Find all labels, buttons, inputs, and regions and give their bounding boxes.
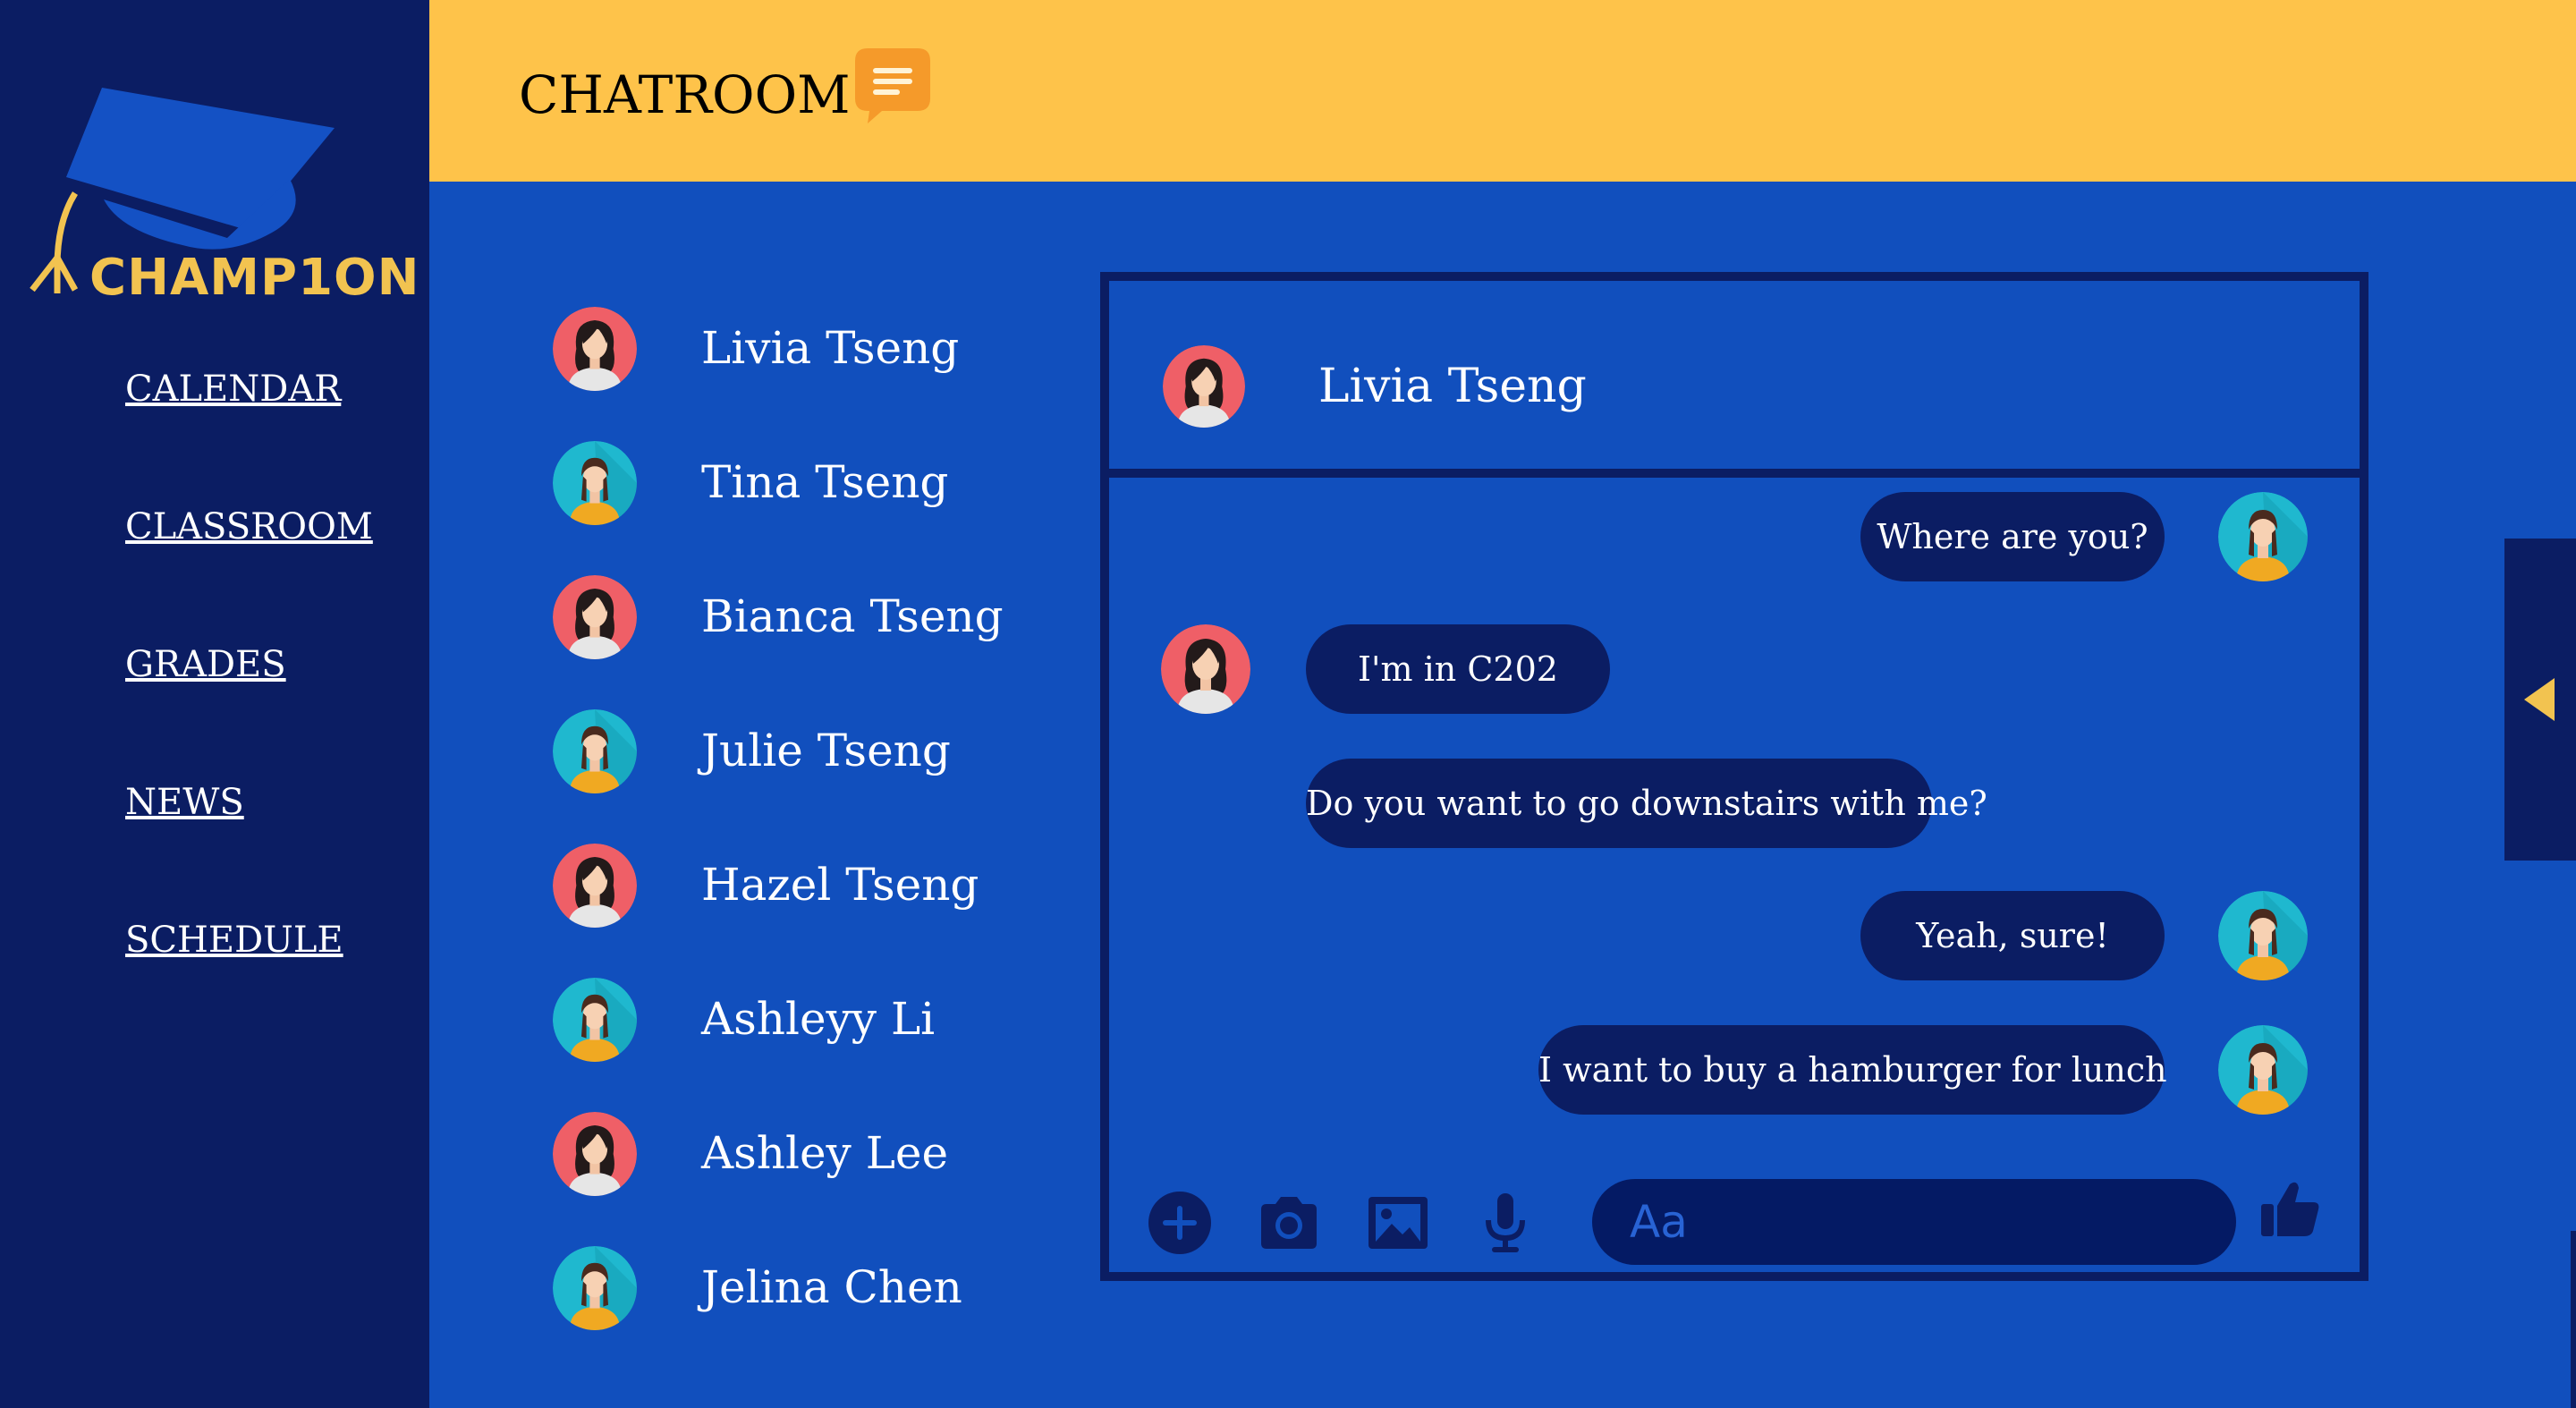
brand-name: CHAMP1ON <box>89 249 420 307</box>
sidebar: CHAMP1ON CALENDAR CLASSROOM GRADES NEWS … <box>0 0 429 1408</box>
image-icon[interactable] <box>1365 1190 1431 1256</box>
contact-name: Ashleyy Li <box>701 993 936 1045</box>
collapse-panel-tab[interactable] <box>2504 539 2576 861</box>
message-bubble-received: Do you want to go downstairs with me? <box>1306 759 1987 848</box>
triangle-left-icon <box>2524 678 2555 721</box>
avatar <box>553 1246 637 1330</box>
nav-link-calendar[interactable]: CALENDAR <box>125 358 373 496</box>
nav-link-classroom[interactable]: CLASSROOM <box>125 496 373 633</box>
microphone-icon[interactable] <box>1472 1190 1538 1256</box>
contact-item[interactable]: Julie Tseng <box>553 707 1089 841</box>
avatar <box>553 1112 637 1196</box>
contact-item[interactable]: Hazel Tseng <box>553 841 1089 975</box>
chat-panel: Livia Tseng Where are you? I'm in C202 D… <box>1100 272 2368 1281</box>
chat-partner-name: Livia Tseng <box>1318 360 1587 413</box>
avatar <box>553 844 637 928</box>
contact-item[interactable]: Ashleyy Li <box>553 975 1089 1109</box>
contact-item[interactable]: Tina Tseng <box>553 438 1089 573</box>
message-bubble-sent: Where are you? <box>1860 492 2165 581</box>
camera-icon[interactable] <box>1256 1190 1322 1256</box>
avatar <box>1161 624 1250 714</box>
chat-header: Livia Tseng <box>1109 281 2360 478</box>
contact-name: Ashley Lee <box>701 1127 949 1179</box>
plus-icon[interactable] <box>1147 1190 1213 1256</box>
avatar <box>553 307 637 391</box>
contact-item[interactable]: Livia Tseng <box>553 304 1089 438</box>
avatar <box>553 709 637 793</box>
chat-bubble-icon <box>855 48 930 123</box>
top-header: CHATROOM <box>429 0 2576 182</box>
contact-name: Tina Tseng <box>701 456 949 508</box>
avatar <box>553 978 637 1062</box>
avatar <box>553 441 637 525</box>
contact-item[interactable]: Bianca Tseng <box>553 573 1089 707</box>
contact-item[interactable]: Ashley Lee <box>553 1109 1089 1243</box>
avatar <box>553 575 637 659</box>
nav-link-news[interactable]: NEWS <box>125 771 373 909</box>
contact-list: Livia Tseng Tina Tseng Bianca Tseng Juli… <box>553 304 1089 1378</box>
avatar <box>2218 492 2308 581</box>
scrollbar[interactable] <box>2571 1231 2576 1408</box>
contact-name: Hazel Tseng <box>701 859 979 911</box>
avatar <box>2218 1025 2308 1115</box>
sidebar-nav: CALENDAR CLASSROOM GRADES NEWS SCHEDULE <box>125 358 373 1047</box>
nav-link-grades[interactable]: GRADES <box>125 633 373 771</box>
message-bubble-received: I'm in C202 <box>1306 624 1610 714</box>
message-bubble-sent: Yeah, sure! <box>1860 891 2165 980</box>
contact-name: Bianca Tseng <box>701 590 1004 642</box>
message-bubble-sent: I want to buy a hamburger for lunch <box>1538 1025 2167 1115</box>
nav-link-schedule[interactable]: SCHEDULE <box>125 909 373 1047</box>
contact-item[interactable]: Jelina Chen <box>553 1243 1089 1378</box>
message-input[interactable] <box>1592 1179 2236 1265</box>
avatar <box>1163 345 1245 428</box>
contact-name: Julie Tseng <box>701 725 951 776</box>
contact-name: Livia Tseng <box>701 322 960 374</box>
avatar <box>2218 891 2308 980</box>
page-title: CHATROOM <box>519 64 851 125</box>
contact-name: Jelina Chen <box>701 1261 962 1313</box>
thumbs-up-icon[interactable] <box>2258 1175 2324 1242</box>
